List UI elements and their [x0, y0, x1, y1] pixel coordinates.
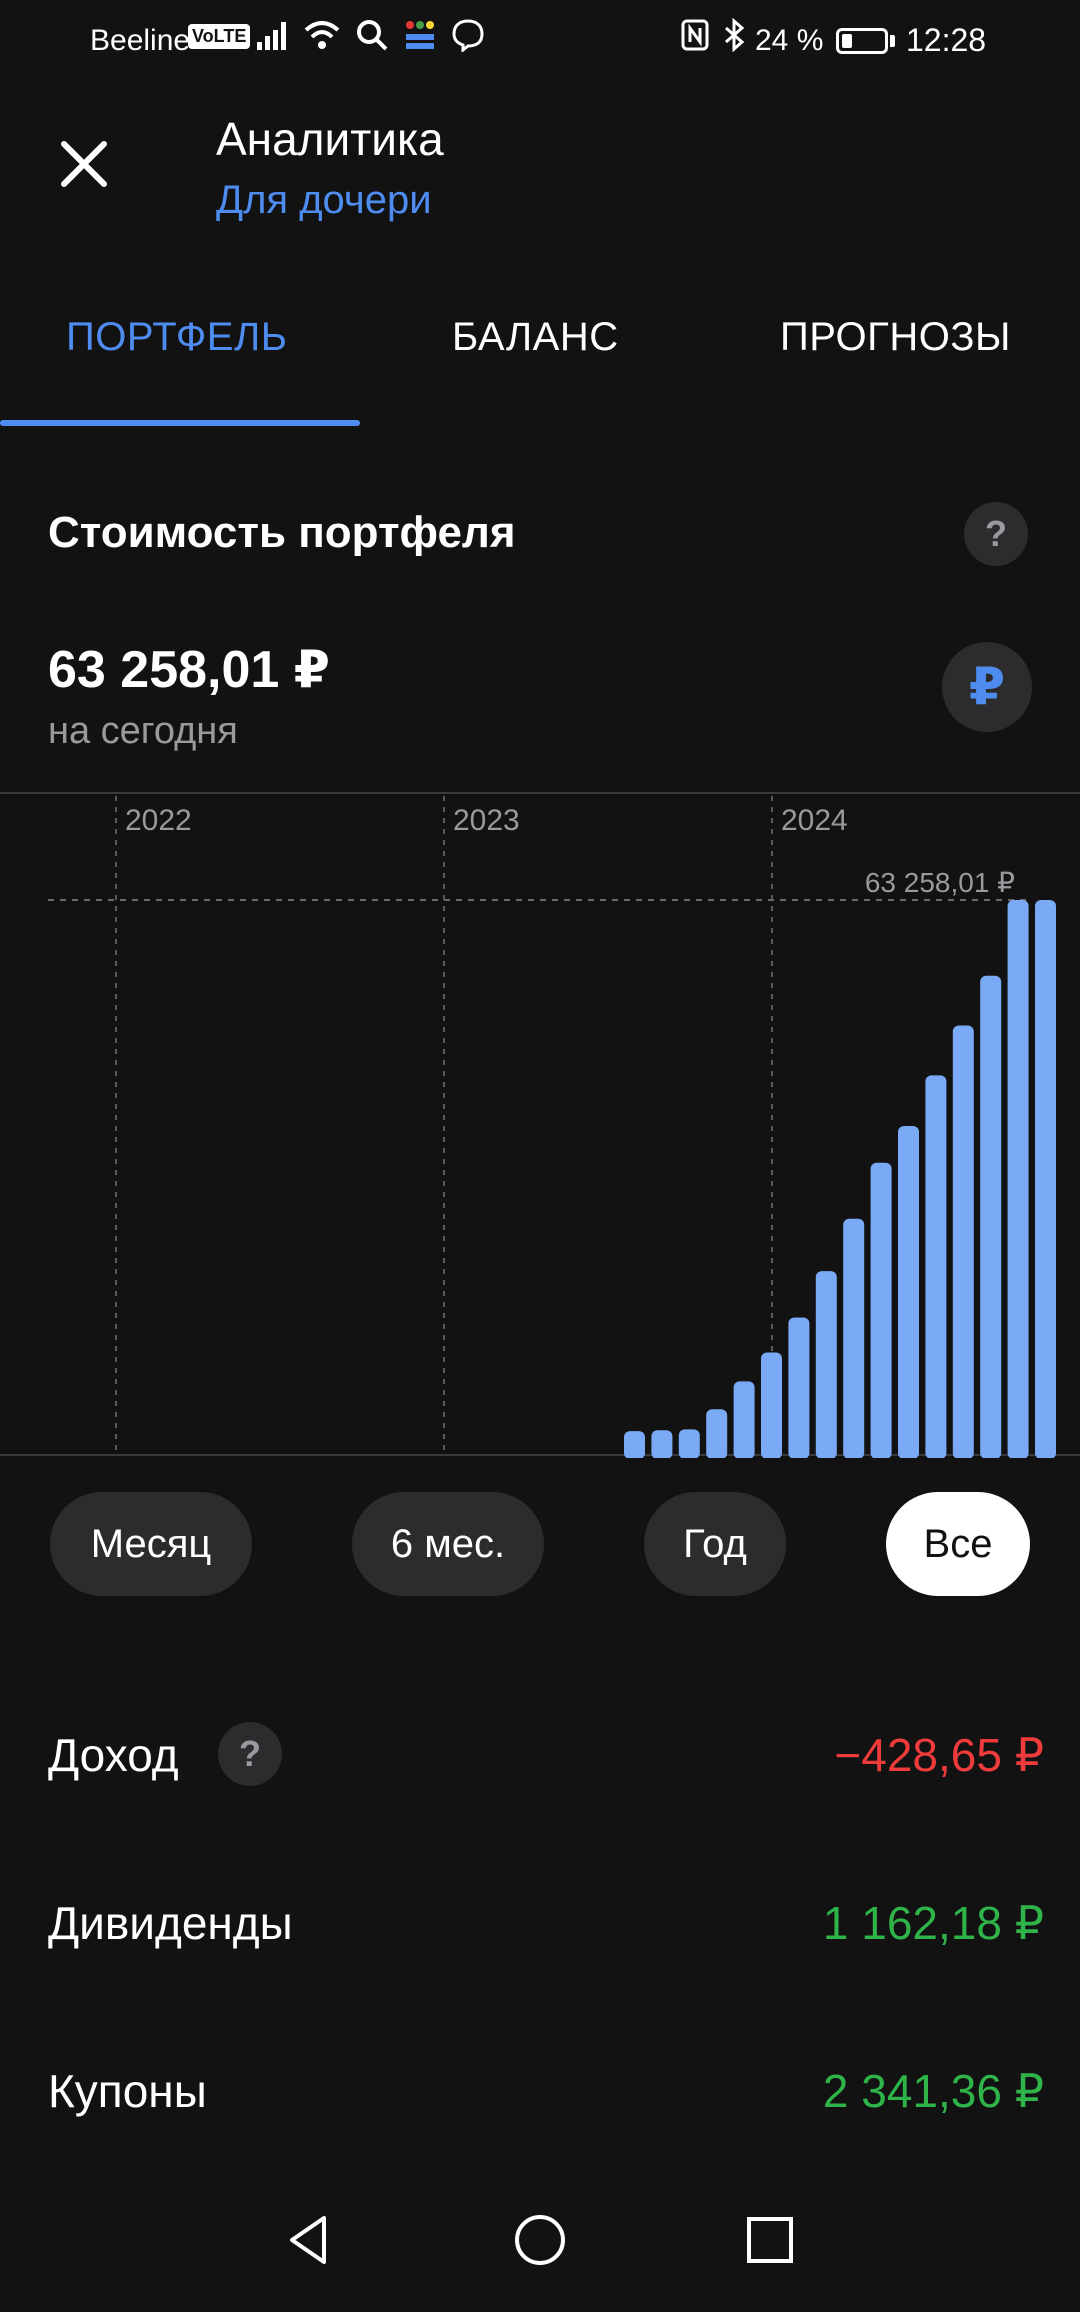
tab-forecast[interactable]: ПРОГНОЗЫ: [780, 315, 1011, 360]
income-value: −428,65 ₽: [834, 1729, 1044, 1781]
active-tab-indicator: [0, 420, 360, 426]
coupons-label: Купоны: [48, 2065, 207, 2117]
period-all-button[interactable]: Все: [886, 1492, 1030, 1596]
chart-bar[interactable]: [733, 1381, 755, 1458]
status-icons-left: [255, 18, 485, 52]
portfolio-chart[interactable]: 2022 2023 2024 63 258,01 ₽: [0, 792, 1080, 1458]
chart-bar[interactable]: [1035, 900, 1056, 1458]
carrier-name: Beeline: [90, 24, 191, 57]
nfc-icon: [681, 19, 709, 51]
chart-bar[interactable]: [651, 1430, 673, 1458]
period-month-button[interactable]: Месяц: [50, 1492, 252, 1596]
period-month-label: Месяц: [90, 1521, 212, 1566]
income-help-button[interactable]: ?: [218, 1722, 282, 1786]
year-tick-label: 2022: [125, 804, 192, 837]
chart-bar[interactable]: [870, 1162, 892, 1458]
search-icon: [357, 20, 388, 51]
recents-square-icon: [747, 2217, 793, 2263]
battery-tip: [890, 35, 895, 47]
nav-back-button[interactable]: [280, 2210, 340, 2270]
chart-bar[interactable]: [980, 975, 1002, 1458]
tab-portfolio[interactable]: ПОРТФЕЛЬ: [66, 315, 287, 360]
tab-balance[interactable]: БАЛАНС: [452, 315, 619, 360]
close-icon: [61, 141, 107, 187]
chart-bar[interactable]: [624, 1431, 645, 1458]
account-subtitle[interactable]: Для дочери: [216, 178, 432, 223]
chart-bar[interactable]: [678, 1429, 700, 1458]
period-6-months-button[interactable]: 6 мес.: [352, 1492, 544, 1596]
nav-recents-button[interactable]: [740, 2210, 800, 2270]
chart-bar[interactable]: [843, 1218, 865, 1458]
battery-percent: 24 %: [755, 24, 824, 57]
question-icon: ?: [985, 513, 1007, 554]
question-icon: ?: [239, 1733, 261, 1774]
year-tick-label: 2023: [453, 804, 520, 837]
detmir-icon: [406, 21, 434, 49]
nav-home-button[interactable]: [510, 2210, 570, 2270]
year-tick-label: 2024: [781, 804, 848, 837]
chart-bar[interactable]: [1007, 900, 1029, 1458]
portfolio-value-caption: на сегодня: [48, 710, 238, 752]
peak-value-label: 63 258,01 ₽: [865, 867, 1015, 898]
status-bar: Beeline VoLTE 24 % 12:28: [0, 0, 1080, 80]
volte-badge: VoLTE: [188, 24, 251, 49]
chart-bar[interactable]: [706, 1409, 728, 1458]
chart-bar[interactable]: [815, 1271, 837, 1458]
battery-icon: [836, 28, 888, 54]
home-circle-icon: [515, 2215, 565, 2265]
currency-toggle-button[interactable]: ₽: [942, 642, 1032, 732]
period-year-label: Год: [683, 1521, 747, 1566]
period-6-months-label: 6 мес.: [390, 1521, 506, 1566]
back-triangle-icon: [290, 2216, 326, 2264]
income-label: Доход: [48, 1729, 179, 1781]
coupons-value: 2 341,36 ₽: [822, 2065, 1044, 2117]
status-icons-right: [680, 18, 746, 52]
dividends-label: Дивиденды: [48, 1897, 293, 1949]
chart-bar[interactable]: [925, 1075, 947, 1458]
signal-icon: [257, 22, 286, 50]
ruble-icon: ₽: [968, 658, 1006, 716]
chart-bar[interactable]: [898, 1126, 919, 1458]
clock: 12:28: [906, 22, 987, 58]
dividends-value: 1 162,18 ₽: [822, 1897, 1044, 1949]
portfolio-value-title: Стоимость портфеля: [48, 508, 516, 557]
period-all-label: Все: [923, 1521, 993, 1566]
viber-icon: [452, 19, 484, 52]
portfolio-value: 63 258,01 ₽: [48, 641, 330, 699]
chart-bar[interactable]: [761, 1352, 782, 1458]
portfolio-help-button[interactable]: ?: [964, 502, 1028, 566]
chart-bar[interactable]: [952, 1025, 974, 1458]
period-year-button[interactable]: Год: [644, 1492, 786, 1596]
page-title: Аналитика: [216, 113, 444, 165]
chart-bar[interactable]: [788, 1317, 810, 1458]
close-button[interactable]: [50, 130, 118, 198]
bluetooth-icon: [725, 18, 745, 52]
wifi-icon: [304, 21, 340, 49]
